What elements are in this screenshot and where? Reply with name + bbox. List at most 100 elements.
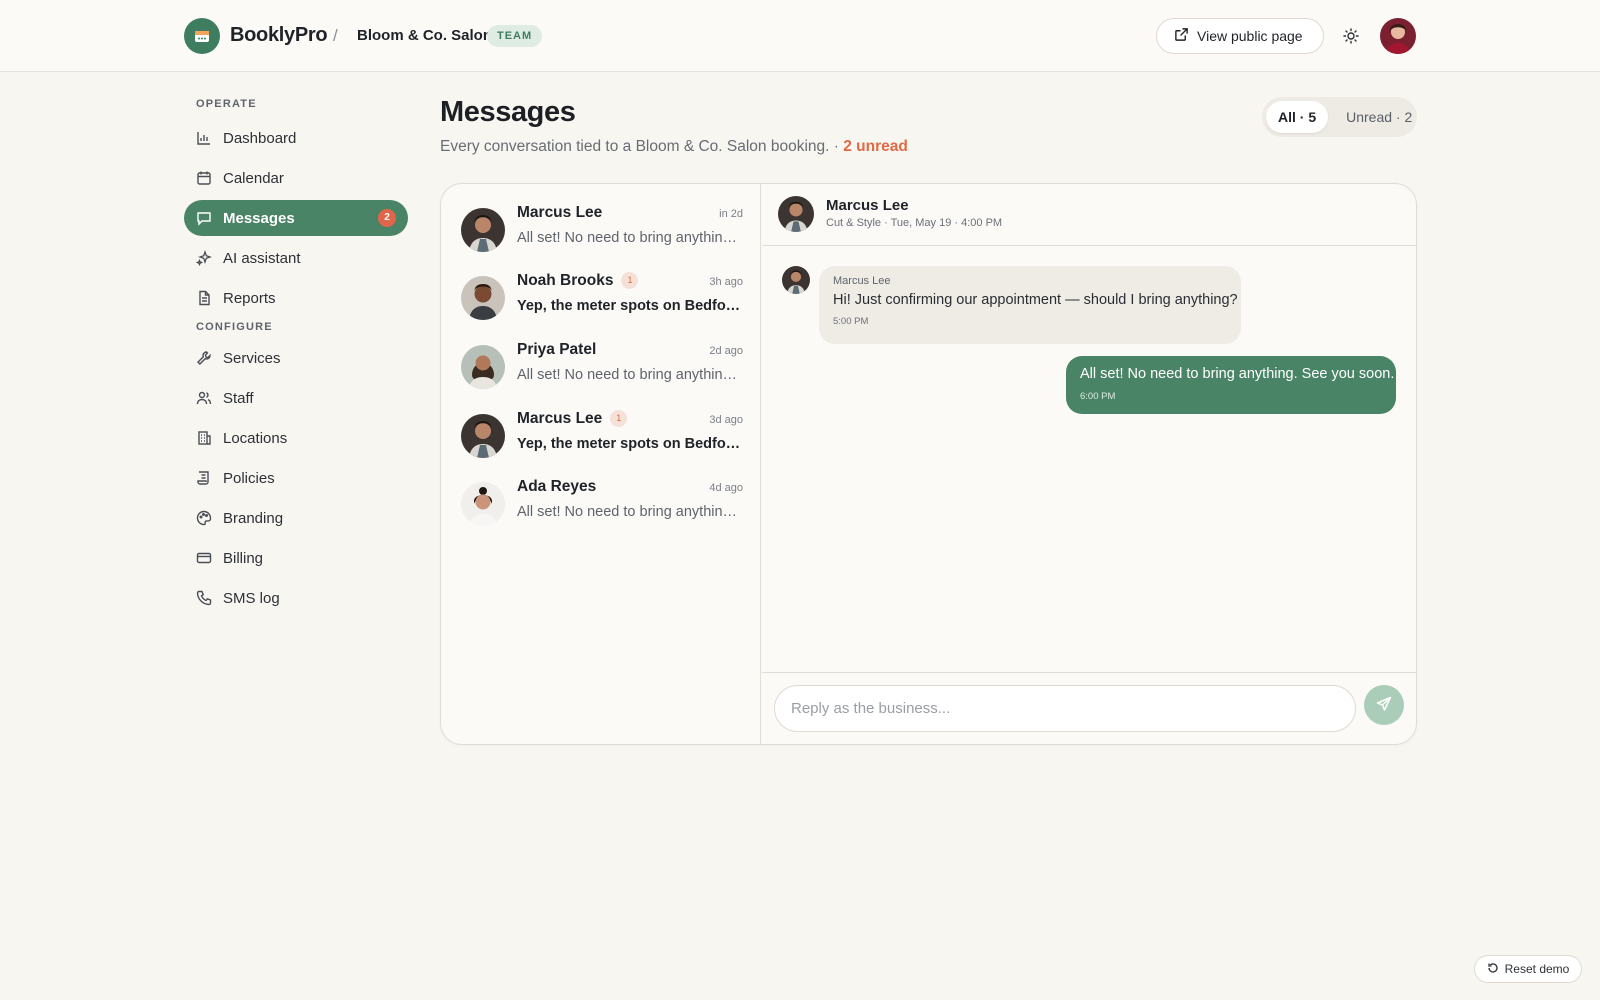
sidebar-item-label: Messages	[223, 209, 295, 227]
sidebar-section-configure: CONFIGURE	[196, 321, 273, 333]
contact-name: Marcus Lee	[517, 204, 603, 221]
sidebar-item-sms-log[interactable]: SMS log	[184, 580, 408, 616]
page-title: Messages	[440, 96, 576, 128]
message-preview: All set! No need to bring anything. See …	[517, 504, 743, 520]
organization-name[interactable]: Bloom & Co. Salon	[357, 27, 492, 44]
contact-avatar	[461, 345, 505, 389]
sidebar-item-staff[interactable]: Staff	[184, 380, 408, 416]
reset-demo-label: Reset demo	[1504, 962, 1570, 976]
phone-icon	[196, 590, 212, 606]
conversation-time: 2d ago	[709, 345, 743, 357]
unread-badge: 1	[610, 410, 628, 427]
sidebar-item-label: Policies	[223, 469, 275, 487]
conversation-item[interactable]: Marcus Lee 1 3d ago Yep, the meter spots …	[461, 408, 743, 462]
contact-avatar	[461, 482, 505, 526]
sidebar-item-policies[interactable]: Policies	[184, 460, 408, 496]
messages-panel: Marcus Lee in 2d All set! No need to bri…	[440, 183, 1417, 745]
unread-summary: 2 unread	[843, 138, 908, 155]
sidebar-item-services[interactable]: Services	[184, 340, 408, 376]
contact-avatar	[461, 414, 505, 458]
palette-icon	[196, 510, 212, 526]
reply-input[interactable]	[774, 685, 1356, 732]
team-badge: TEAM	[487, 25, 543, 47]
conversation-list: Marcus Lee in 2d All set! No need to bri…	[441, 184, 761, 744]
unread-count-badge: 2	[378, 209, 396, 227]
message-time: 6:00 PM	[1080, 391, 1116, 402]
users-icon	[196, 390, 212, 406]
filter-all-tab[interactable]: All · 5	[1266, 101, 1329, 133]
sidebar-item-label: SMS log	[223, 589, 280, 607]
message-text: All set! No need to bring anything. See …	[1080, 366, 1395, 382]
booking-details: Cut & Style · Tue, May 19 · 4:00 PM	[826, 217, 1003, 229]
conversation-time: 3h ago	[709, 276, 743, 288]
bar-chart-icon	[196, 130, 212, 146]
conversation-item[interactable]: Noah Brooks 1 3h ago Yep, the meter spots…	[461, 270, 743, 324]
conversation-item[interactable]: Ada Reyes 4d ago All set! No need to bri…	[461, 476, 743, 530]
breadcrumb-separator: /	[333, 26, 338, 45]
sidebar-item-label: Staff	[223, 389, 254, 407]
sidebar-item-label: Branding	[223, 509, 284, 527]
conversation-time: 4d ago	[709, 482, 743, 494]
send-button[interactable]	[1364, 685, 1404, 725]
thread-header: Marcus Lee Cut & Style · Tue, May 19 · 4…	[762, 184, 1416, 246]
external-link-icon	[1174, 27, 1189, 45]
document-icon	[196, 290, 212, 306]
message-preview: Yep, the meter spots on Bedford Ave are …	[517, 298, 743, 314]
sidebar-item-label: Dashboard	[223, 129, 297, 147]
reset-demo-button[interactable]: Reset demo	[1474, 955, 1582, 983]
sidebar-item-billing[interactable]: Billing	[184, 540, 408, 576]
sidebar-section-operate: OPERATE	[196, 98, 257, 110]
send-icon	[1376, 696, 1392, 715]
thread-contact-avatar	[778, 196, 814, 232]
sidebar-item-label: Calendar	[223, 169, 284, 187]
unread-badge: 1	[621, 272, 639, 289]
sidebar-item-reports[interactable]: Reports	[184, 280, 408, 316]
sidebar-item-calendar[interactable]: Calendar	[184, 160, 408, 196]
contact-avatar	[461, 276, 505, 320]
conversation-thread: Marcus Lee Cut & Style · Tue, May 19 · 4…	[762, 184, 1416, 744]
contact-name: Noah Brooks 1	[517, 272, 639, 290]
theme-toggle-sun-icon[interactable]	[1340, 25, 1362, 47]
page-subtitle: Every conversation tied to a Bloom & Co.…	[440, 138, 908, 156]
message-preview: All set! No need to bring anything. See …	[517, 367, 743, 383]
booklypro-logo-icon[interactable]	[184, 18, 220, 54]
filter-unread-tab[interactable]: Unread · 2	[1334, 101, 1424, 133]
contact-name: Ada Reyes	[517, 478, 597, 495]
credit-card-icon	[196, 550, 212, 566]
sidebar-item-ai-assistant[interactable]: AI assistant	[184, 240, 408, 276]
thread-contact-name: Marcus Lee	[826, 197, 909, 214]
message-time: 5:00 PM	[833, 316, 869, 327]
view-public-page-label: View public page	[1197, 28, 1303, 44]
sidebar-item-dashboard[interactable]: Dashboard	[184, 120, 408, 156]
outgoing-message: All set! No need to bring anything. See …	[1066, 356, 1396, 414]
calendar-icon	[196, 170, 212, 186]
page-subtitle-text: Every conversation tied to a Bloom & Co.…	[440, 138, 839, 155]
sidebar-item-messages[interactable]: Messages 2	[184, 200, 408, 236]
sender-avatar	[782, 266, 810, 294]
sidebar-item-branding[interactable]: Branding	[184, 500, 408, 536]
view-public-page-button[interactable]: View public page	[1156, 18, 1324, 54]
user-avatar[interactable]	[1380, 18, 1416, 54]
chat-bubble-icon	[196, 210, 212, 226]
sidebar-item-locations[interactable]: Locations	[184, 420, 408, 456]
contact-name: Priya Patel	[517, 341, 597, 358]
incoming-message: Marcus Lee Hi! Just confirming our appoi…	[819, 266, 1241, 344]
conversation-item[interactable]: Priya Patel 2d ago All set! No need to b…	[461, 339, 743, 393]
sidebar-item-label: Billing	[223, 549, 264, 567]
message-preview: Yep, the meter spots on Bedford Ave are …	[517, 436, 743, 452]
scroll-icon	[196, 470, 212, 486]
reply-composer	[762, 672, 1416, 744]
sidebar-item-label: Locations	[223, 429, 288, 447]
message-filter-tabs: All · 5 Unread · 2	[1262, 97, 1417, 137]
contact-avatar	[461, 208, 505, 252]
conversation-item[interactable]: Marcus Lee in 2d All set! No need to bri…	[461, 202, 743, 256]
top-bar: BooklyPro / Bloom & Co. Salon TEAM View …	[0, 0, 1600, 72]
sidebar-item-label: Reports	[223, 289, 276, 307]
reset-icon	[1487, 962, 1499, 977]
brand-name[interactable]: BooklyPro	[230, 24, 328, 47]
message-preview: All set! No need to bring anything. See …	[517, 230, 743, 246]
wrench-icon	[196, 350, 212, 366]
conversation-time: 3d ago	[709, 414, 743, 426]
sidebar-item-label: Services	[223, 349, 281, 367]
sparkles-icon	[196, 250, 212, 266]
